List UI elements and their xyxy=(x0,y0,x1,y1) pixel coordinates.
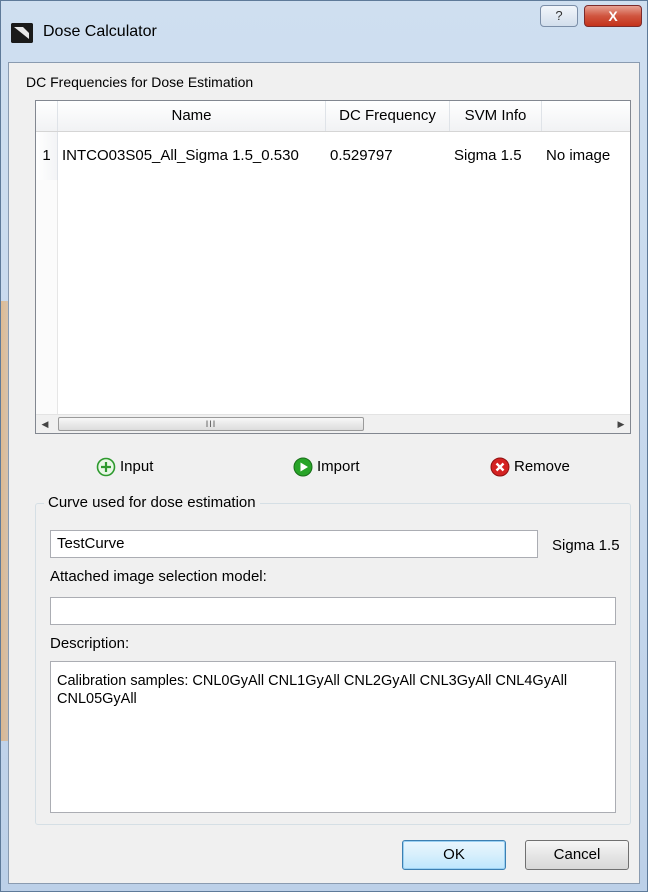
remove-label: Remove xyxy=(514,458,570,475)
column-header-svm-info[interactable]: SVM Info xyxy=(450,101,542,131)
add-circle-icon xyxy=(96,457,116,477)
column-header-extra[interactable] xyxy=(542,101,630,131)
app-icon xyxy=(11,23,33,43)
header-corner xyxy=(36,101,58,131)
help-button[interactable]: ? xyxy=(540,5,578,27)
scroll-left-icon[interactable]: ◀ xyxy=(36,415,54,433)
cell-dc-frequency[interactable]: 0.529797 xyxy=(326,132,450,180)
input-label: Input xyxy=(120,458,154,475)
import-label: Import xyxy=(317,458,360,475)
frequencies-section-label: DC Frequencies for Dose Estimation xyxy=(26,74,254,90)
close-button[interactable]: X xyxy=(584,5,642,27)
sigma-label: Sigma 1.5 xyxy=(552,537,620,554)
input-button[interactable]: Input xyxy=(96,456,153,478)
description-field[interactable]: Calibration samples: CNL0GyAll CNL1GyAll… xyxy=(50,661,616,813)
import-button[interactable]: Import xyxy=(293,456,360,478)
table-header: Name DC Frequency SVM Info xyxy=(36,101,630,132)
cancel-button[interactable]: Cancel xyxy=(525,840,629,870)
frequencies-table[interactable]: Name DC Frequency SVM Info 1 INTCO03S05_… xyxy=(35,100,631,434)
title-bar[interactable]: Dose Calculator ? X xyxy=(1,1,647,63)
description-label: Description: xyxy=(50,635,130,652)
model-field[interactable] xyxy=(50,597,616,625)
column-header-name[interactable]: Name xyxy=(58,101,326,131)
cell-name[interactable]: INTCO03S05_All_Sigma 1.5_0.530 xyxy=(58,132,326,180)
cell-svm-info[interactable]: Sigma 1.5 xyxy=(450,132,542,180)
column-header-dc-frequency[interactable]: DC Frequency xyxy=(326,101,450,131)
remove-button[interactable]: Remove xyxy=(490,456,570,478)
row-index[interactable]: 1 xyxy=(36,132,58,180)
curve-name-field[interactable]: TestCurve xyxy=(50,530,538,558)
horizontal-scrollbar[interactable]: ◀ III ▶ xyxy=(36,414,630,433)
description-line: Calibration samples: CNL0GyAll CNL1GyAll… xyxy=(57,673,568,689)
window-title: Dose Calculator xyxy=(43,23,157,40)
play-circle-icon xyxy=(293,457,313,477)
scroll-right-icon[interactable]: ▶ xyxy=(612,415,630,433)
description-line: CNL05GyAll xyxy=(57,691,137,707)
scroll-thumb[interactable]: III xyxy=(58,417,364,431)
cell-image-info[interactable]: No image xyxy=(542,132,630,180)
table-row[interactable]: 1 INTCO03S05_All_Sigma 1.5_0.530 0.52979… xyxy=(36,132,630,180)
remove-circle-icon xyxy=(490,457,510,477)
row-header-column xyxy=(36,180,58,420)
curve-group-title: Curve used for dose estimation xyxy=(44,494,260,511)
ok-button[interactable]: OK xyxy=(402,840,506,870)
model-label: Attached image selection model: xyxy=(50,568,267,585)
